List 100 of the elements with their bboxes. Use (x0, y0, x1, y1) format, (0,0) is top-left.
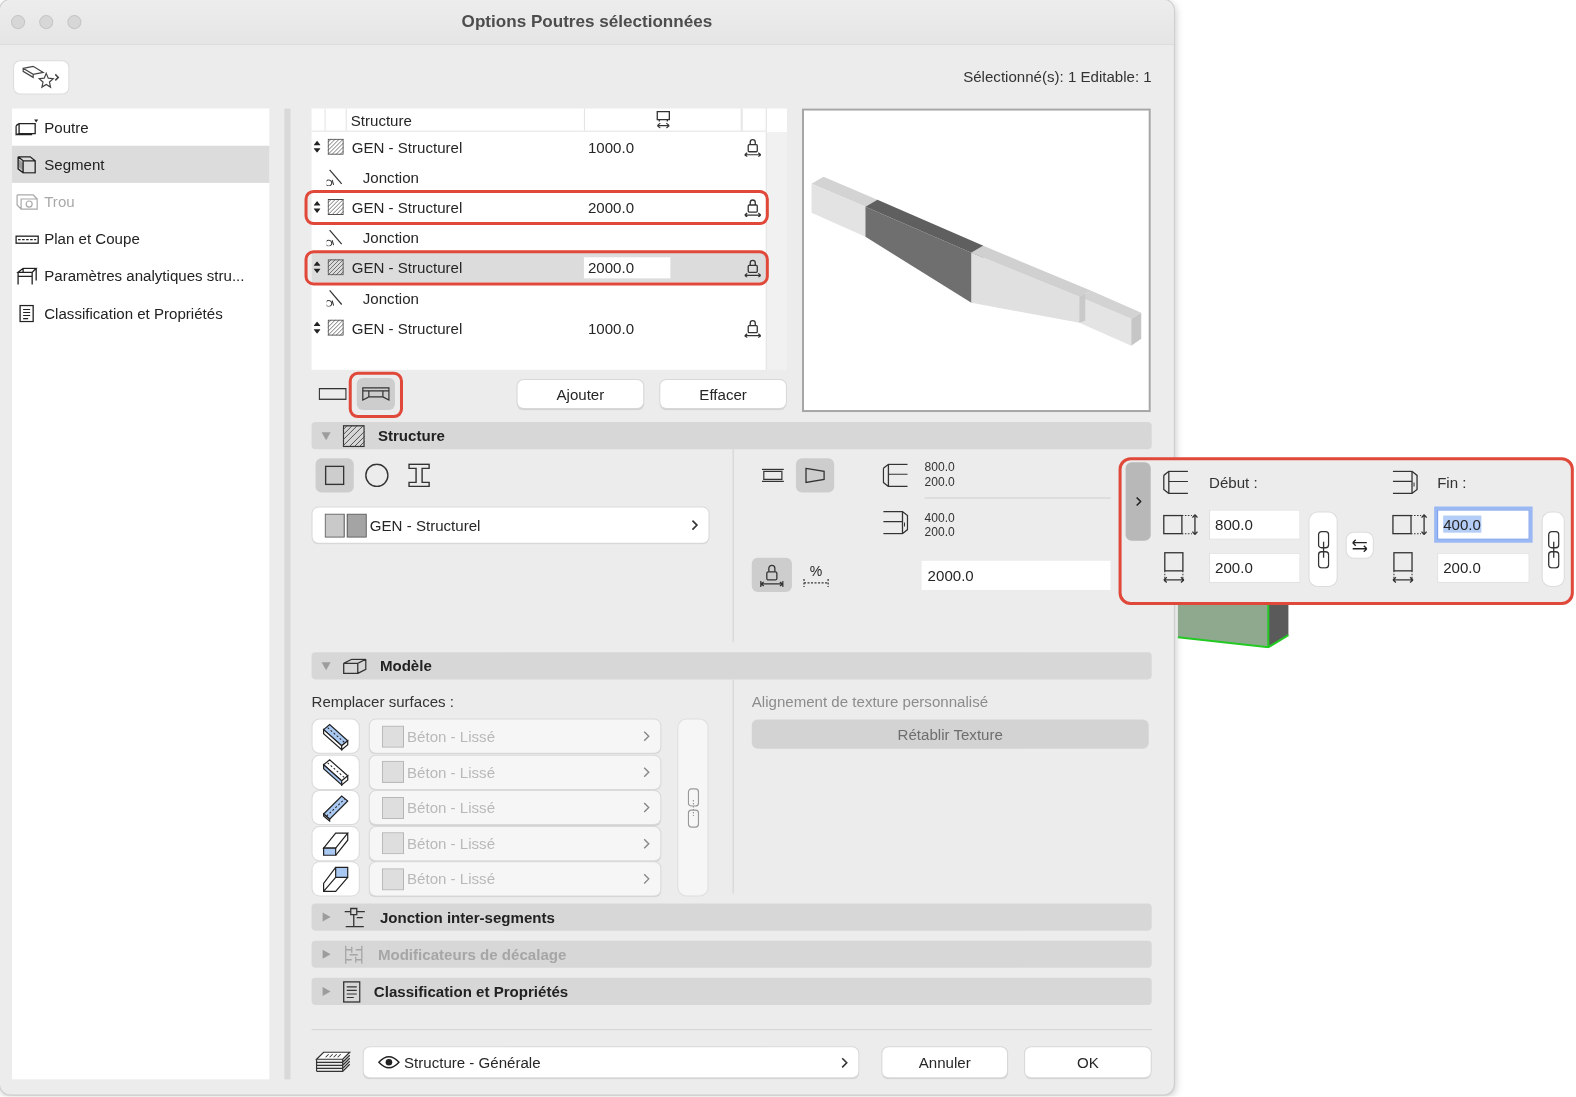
lock-length-button[interactable] (751, 557, 792, 592)
section-header[interactable]: Jonction inter-segments (311, 903, 1152, 931)
cancel-button[interactable]: Annuler (882, 1047, 1007, 1078)
section-header[interactable]: Modèle (311, 652, 1152, 680)
segment-row[interactable]: GEN - Structurel 1000.0 (311, 131, 766, 162)
chevron-icon (841, 1056, 849, 1068)
sidebar-item[interactable]: Paramètres analytiques stru... (12, 257, 270, 295)
chevron-icon (1135, 496, 1142, 507)
angle-icon (326, 167, 345, 186)
profile-picker[interactable]: GEN - Structurel (312, 507, 709, 543)
ok-button[interactable]: OK (1025, 1047, 1151, 1078)
hatch-icon (342, 424, 365, 447)
sidebar-item[interactable]: Poutre (12, 108, 270, 146)
texture-label: Alignement de texture personnalisé (751, 693, 989, 710)
lock-icon (759, 562, 784, 587)
height-input[interactable]: 800.0 (1209, 509, 1301, 540)
sidebar-item[interactable]: Plan et Coupe (12, 220, 270, 258)
segment-row[interactable]: GEN - Structurel 2000.0 (311, 191, 766, 223)
column-header: Structure (346, 108, 585, 131)
surface-face-button[interactable] (312, 790, 359, 825)
length-input[interactable]: 2000.0 (921, 560, 1111, 590)
beam-start-icon (882, 463, 909, 488)
straight-beam-icon (318, 387, 347, 400)
reorder-icon (313, 201, 321, 214)
surfaces-label: Remplacer surfaces : (311, 693, 454, 710)
width-icon (1162, 551, 1185, 584)
reorder-icon (313, 321, 321, 334)
segment-name: GEN - Structurel (351, 319, 464, 337)
beam-face-icon (320, 722, 351, 751)
segment-row[interactable]: GEN - Structurel 1000.0 (311, 312, 766, 343)
width-input[interactable]: 200.0 (1209, 552, 1301, 583)
window-title: Options Poutres sélectionnées (461, 12, 713, 33)
chevron-icon (643, 766, 651, 778)
angle-icon (326, 228, 345, 247)
section-header[interactable]: Classification et Propriétés (311, 977, 1152, 1005)
taper-button[interactable] (795, 458, 835, 493)
disclosure-triangle-icon (320, 948, 332, 960)
length-input[interactable]: 2000.0 (583, 256, 671, 278)
height-icon (1162, 513, 1199, 536)
tapered-section-icon (804, 467, 827, 484)
segment-name: GEN - Structurel (351, 258, 464, 276)
material-swatch-icon (381, 725, 404, 748)
end-label: Début : (1209, 473, 1258, 491)
start-dimensions: 800.0 200.0 (924, 458, 1111, 499)
chevron-icon (643, 802, 651, 814)
lock-icon (743, 137, 762, 157)
surface-face-button[interactable] (312, 826, 359, 860)
profile-shape-button[interactable] (315, 458, 354, 493)
chevron-icon (643, 873, 651, 885)
junction-label: Jonction (362, 228, 419, 246)
width-input[interactable]: 200.0 (1437, 552, 1530, 583)
hatch-icon (327, 138, 344, 155)
surface-face-button[interactable] (312, 719, 359, 753)
reorder-icon (313, 261, 321, 274)
box-hole-icon (15, 192, 40, 211)
swap-arrows-icon (1350, 538, 1369, 553)
beam-start-icon (1162, 470, 1189, 495)
chevron-icon (643, 730, 651, 742)
selection-info: Sélectionné(s): 1 Editable: 1 (963, 68, 1152, 86)
sidebar-item[interactable]: Classification et Propriétés (12, 294, 270, 332)
layers-icon (314, 1050, 352, 1075)
lock-icon (743, 318, 762, 338)
link-button[interactable] (1542, 512, 1564, 586)
link-button[interactable] (1309, 512, 1337, 586)
disclosure-triangle-icon (320, 911, 332, 923)
segment-length: 1000.0 (586, 137, 636, 158)
delete-button[interactable]: Effacer (660, 379, 786, 409)
material-swatch-icon (381, 832, 404, 855)
width-icon (1391, 551, 1415, 584)
length-column-icon (654, 110, 671, 129)
swap-button[interactable] (1346, 532, 1373, 558)
section-header[interactable]: Structure (311, 422, 1152, 450)
hatch-icon (327, 199, 344, 216)
segment-name: GEN - Structurel (351, 198, 464, 216)
end-dimensions: 400.0 200.0 (924, 509, 956, 541)
layer-picker[interactable]: Structure - Générale (363, 1047, 859, 1078)
reorder-icon (313, 140, 321, 153)
beam-end-icon (882, 510, 909, 535)
segmented-beam-icon (361, 385, 390, 402)
sidebar-item[interactable]: Segment (12, 145, 270, 183)
uniform-section-icon (761, 468, 784, 483)
segment-length: 1000.0 (586, 318, 636, 339)
segment-name: GEN - Structurel (351, 138, 464, 156)
beam-face-icon (320, 757, 351, 786)
beam-end-icon (1391, 470, 1419, 495)
disclosure-triangle-icon (320, 660, 332, 672)
offset-icon (342, 943, 365, 966)
percent-length-button[interactable]: % (802, 557, 831, 592)
panel-toggle-button[interactable] (1125, 462, 1151, 541)
lock-icon (743, 257, 762, 277)
surface-face-button[interactable] (312, 862, 359, 896)
box-icon (342, 657, 367, 674)
beam-face-icon (321, 864, 350, 893)
surface-face-button[interactable] (312, 755, 359, 789)
height-input[interactable]: 400.0 (1437, 509, 1530, 540)
beam-face-icon (320, 793, 351, 822)
favorites-button[interactable] (14, 60, 69, 93)
add-button[interactable]: Ajouter (517, 379, 644, 409)
eye-icon (377, 1055, 400, 1070)
chevron-icon (691, 519, 699, 531)
